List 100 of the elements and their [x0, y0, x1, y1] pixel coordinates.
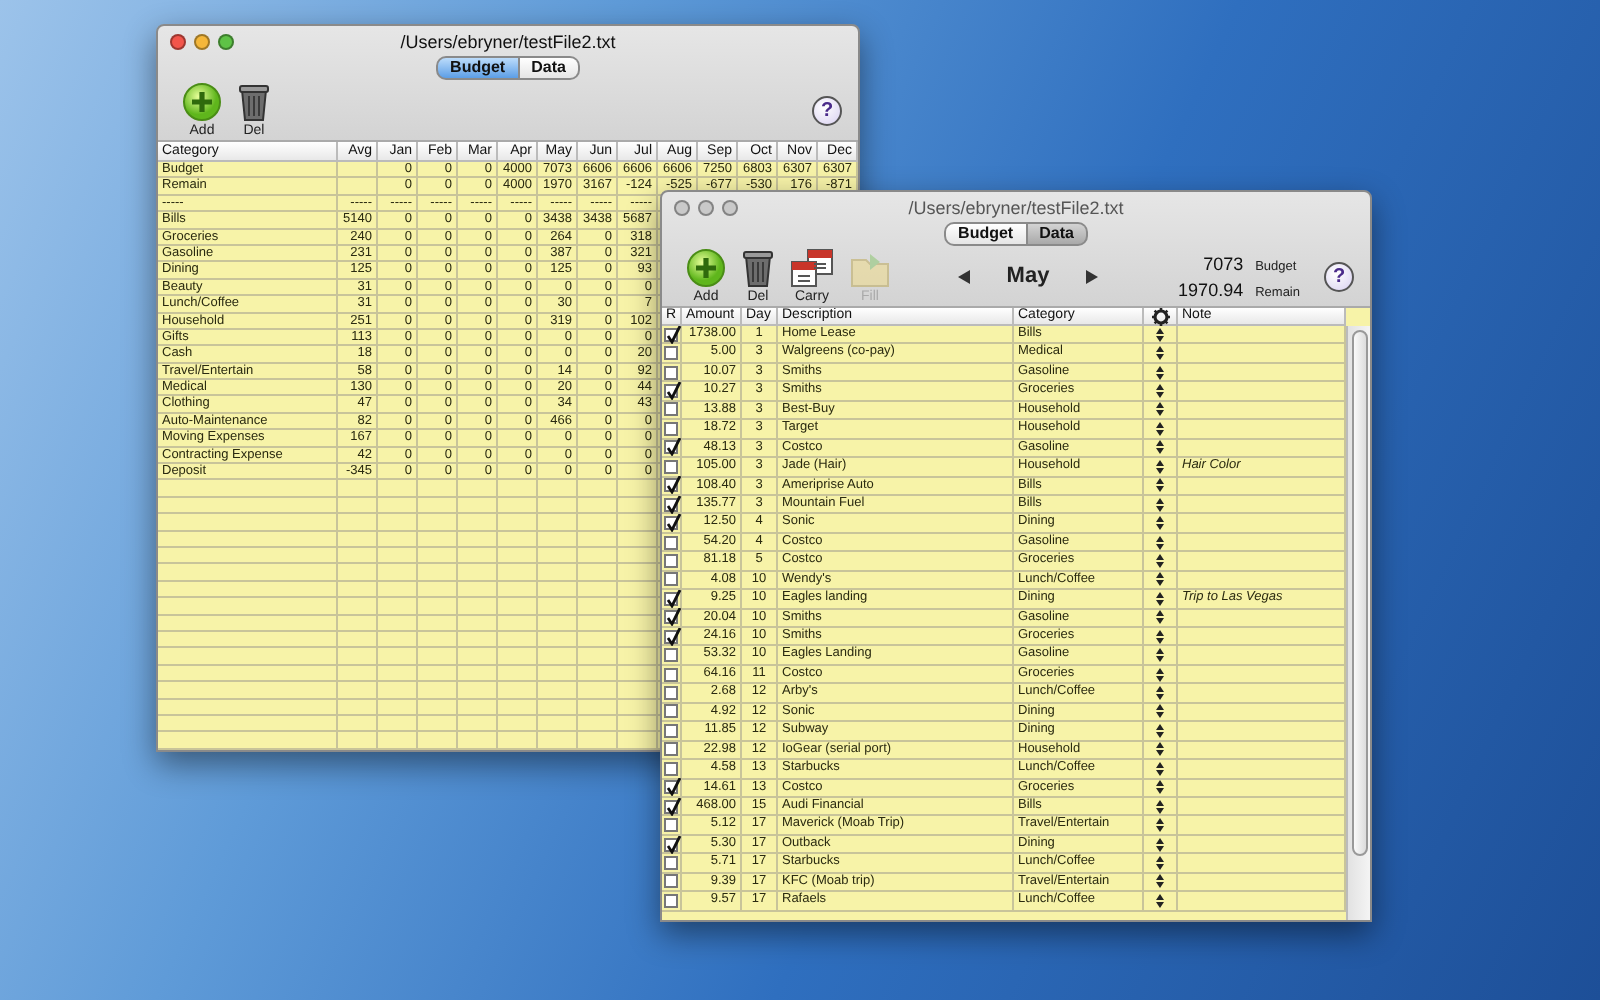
- popup-arrows-icon[interactable]: [1156, 818, 1164, 833]
- empty-cell: [338, 732, 378, 750]
- checkbox[interactable]: [664, 459, 678, 474]
- popup-arrows-icon[interactable]: [1156, 686, 1164, 701]
- help-button[interactable]: ?: [812, 95, 842, 125]
- close-button[interactable]: [170, 33, 186, 49]
- checkbox[interactable]: [664, 780, 678, 795]
- popup-arrows-icon[interactable]: [1156, 837, 1164, 852]
- next-month-button[interactable]: [1086, 269, 1098, 283]
- popup-arrows-icon[interactable]: [1156, 799, 1164, 814]
- checkbox[interactable]: [664, 327, 678, 342]
- checkbox[interactable]: [664, 837, 678, 852]
- previous-month-button[interactable]: [958, 269, 970, 283]
- right-triangle-icon: [1086, 269, 1098, 283]
- popup-arrows-icon[interactable]: [1156, 742, 1164, 757]
- popup-arrows-icon[interactable]: [1156, 780, 1164, 795]
- zoom-button[interactable]: [722, 199, 738, 215]
- checkbox[interactable]: [664, 667, 678, 682]
- popup-arrows-icon[interactable]: [1156, 855, 1164, 870]
- empty-cell: [378, 531, 418, 548]
- add-icon: [182, 82, 222, 122]
- tab[interactable]: Data: [1027, 222, 1088, 246]
- popup-arrows-icon[interactable]: [1156, 365, 1164, 380]
- empty-cell: [618, 598, 658, 616]
- empty-cell: [538, 581, 578, 599]
- checkbox[interactable]: [664, 704, 678, 719]
- checkbox[interactable]: [664, 535, 678, 550]
- empty-cell: [498, 615, 538, 632]
- checkbox[interactable]: [664, 591, 678, 606]
- popup-arrows-icon[interactable]: [1156, 704, 1164, 719]
- popup-arrows-icon[interactable]: [1156, 440, 1164, 455]
- checkbox[interactable]: [664, 478, 678, 493]
- tab[interactable]: Budget: [436, 56, 520, 80]
- popup-arrows-icon[interactable]: [1156, 516, 1164, 531]
- checkbox[interactable]: [664, 497, 678, 512]
- checkbox[interactable]: [664, 723, 678, 738]
- empty-cell: [338, 531, 378, 548]
- checkbox[interactable]: [664, 610, 678, 625]
- popup-arrows-icon[interactable]: [1156, 893, 1164, 908]
- checkbox[interactable]: [664, 346, 678, 361]
- help-button[interactable]: ?: [1324, 261, 1354, 291]
- empty-cell: [338, 598, 378, 616]
- scrollbar[interactable]: [1346, 326, 1370, 920]
- checkbox[interactable]: [664, 440, 678, 455]
- popup-arrows-icon[interactable]: [1156, 553, 1164, 568]
- empty-cell: [618, 514, 658, 532]
- empty-cell: [618, 564, 658, 582]
- empty-cell: [418, 615, 458, 632]
- empty-cell: [418, 531, 458, 548]
- close-button[interactable]: [674, 199, 690, 215]
- tab[interactable]: Budget: [944, 222, 1028, 246]
- popup-arrows-icon[interactable]: [1156, 648, 1164, 663]
- minimize-button[interactable]: [698, 199, 714, 215]
- checkbox[interactable]: [664, 402, 678, 417]
- popup-arrows-icon[interactable]: [1156, 384, 1164, 399]
- checkbox[interactable]: [664, 799, 678, 814]
- popup-arrows-icon[interactable]: [1156, 591, 1164, 606]
- empty-cell: [458, 497, 498, 515]
- checkbox[interactable]: [664, 365, 678, 380]
- empty-cell: [578, 531, 618, 548]
- zoom-button[interactable]: [218, 33, 234, 49]
- empty-cell: [418, 497, 458, 515]
- popup-arrows-icon[interactable]: [1156, 402, 1164, 417]
- empty-cell: [498, 564, 538, 582]
- window-title: /Users/ebryner/testFile2.txt: [908, 197, 1124, 217]
- checkbox[interactable]: [664, 421, 678, 436]
- checkbox[interactable]: [664, 855, 678, 870]
- minimize-button[interactable]: [194, 33, 210, 49]
- popup-arrows-icon[interactable]: [1156, 459, 1164, 474]
- checkbox[interactable]: [664, 553, 678, 568]
- popup-arrows-icon[interactable]: [1156, 327, 1164, 342]
- empty-cell: [498, 531, 538, 548]
- checkbox[interactable]: [664, 761, 678, 776]
- empty-cell: [578, 547, 618, 565]
- popup-arrows-icon[interactable]: [1156, 478, 1164, 493]
- popup-arrows-icon[interactable]: [1156, 761, 1164, 776]
- checkbox[interactable]: [664, 686, 678, 701]
- empty-cell: [578, 648, 618, 666]
- checkbox[interactable]: [664, 742, 678, 757]
- tab[interactable]: Data: [519, 56, 580, 80]
- checkbox[interactable]: [664, 516, 678, 531]
- empty-cell: [498, 732, 538, 750]
- checkbox[interactable]: [664, 893, 678, 908]
- checkbox[interactable]: [664, 874, 678, 889]
- popup-arrows-icon[interactable]: [1156, 723, 1164, 738]
- checkbox[interactable]: [664, 818, 678, 833]
- popup-arrows-icon[interactable]: [1156, 535, 1164, 550]
- popup-arrows-icon[interactable]: [1156, 572, 1164, 587]
- checkbox[interactable]: [664, 648, 678, 663]
- checkbox[interactable]: [664, 572, 678, 587]
- checkbox[interactable]: [664, 384, 678, 399]
- scroll-thumb[interactable]: [1352, 330, 1368, 856]
- popup-arrows-icon[interactable]: [1156, 346, 1164, 361]
- popup-arrows-icon[interactable]: [1156, 629, 1164, 644]
- popup-arrows-icon[interactable]: [1156, 874, 1164, 889]
- popup-arrows-icon[interactable]: [1156, 421, 1164, 436]
- popup-arrows-icon[interactable]: [1156, 610, 1164, 625]
- popup-arrows-icon[interactable]: [1156, 667, 1164, 682]
- checkbox[interactable]: [664, 629, 678, 644]
- popup-arrows-icon[interactable]: [1156, 497, 1164, 512]
